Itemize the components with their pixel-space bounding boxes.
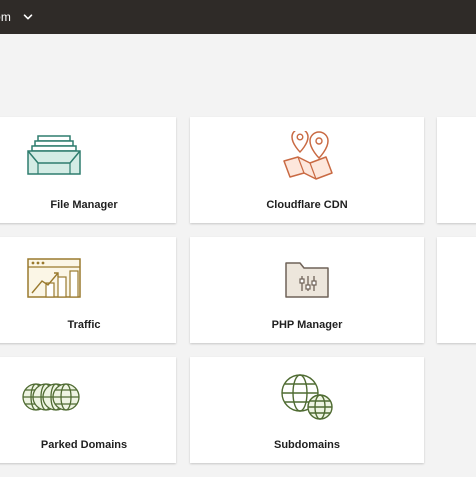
- subdomains-globes-icon: [278, 373, 336, 426]
- chevron-down-icon: [23, 12, 33, 22]
- tool-card-label: Traffic: [67, 319, 101, 331]
- tool-card-subdomains[interactable]: Subdomains: [190, 357, 424, 463]
- domain-selector[interactable]: om: [0, 0, 33, 34]
- tool-card-cloudflare-cdn[interactable]: Cloudflare CDN: [190, 117, 424, 223]
- tool-card-label: PHP Manager: [271, 319, 343, 331]
- domain-selector-label: om: [0, 10, 12, 24]
- tool-card-label: File Manager: [50, 199, 118, 211]
- tool-card-label: Subdomains: [273, 439, 340, 451]
- tool-card-parked-domains[interactable]: Parked Domains: [0, 357, 176, 463]
- tool-card-file-manager[interactable]: File Manager: [0, 117, 176, 223]
- file-manager-icon: [24, 133, 84, 182]
- traffic-chart-icon: [24, 257, 84, 304]
- tool-card-label: Cloudflare CDN: [266, 199, 348, 211]
- cloudflare-map-pin-icon: [278, 128, 336, 186]
- tool-card-label: Parked Domains: [40, 439, 128, 451]
- tool-card-partial[interactable]: [437, 237, 476, 343]
- tool-card-partial[interactable]: [437, 117, 476, 223]
- parked-domains-globes-icon: [20, 379, 84, 420]
- tool-card-php-manager[interactable]: PHP Manager: [190, 237, 424, 343]
- tool-card-traffic[interactable]: Traffic: [0, 237, 176, 343]
- top-bar: om: [0, 0, 476, 34]
- php-manager-folder-icon: [282, 257, 332, 304]
